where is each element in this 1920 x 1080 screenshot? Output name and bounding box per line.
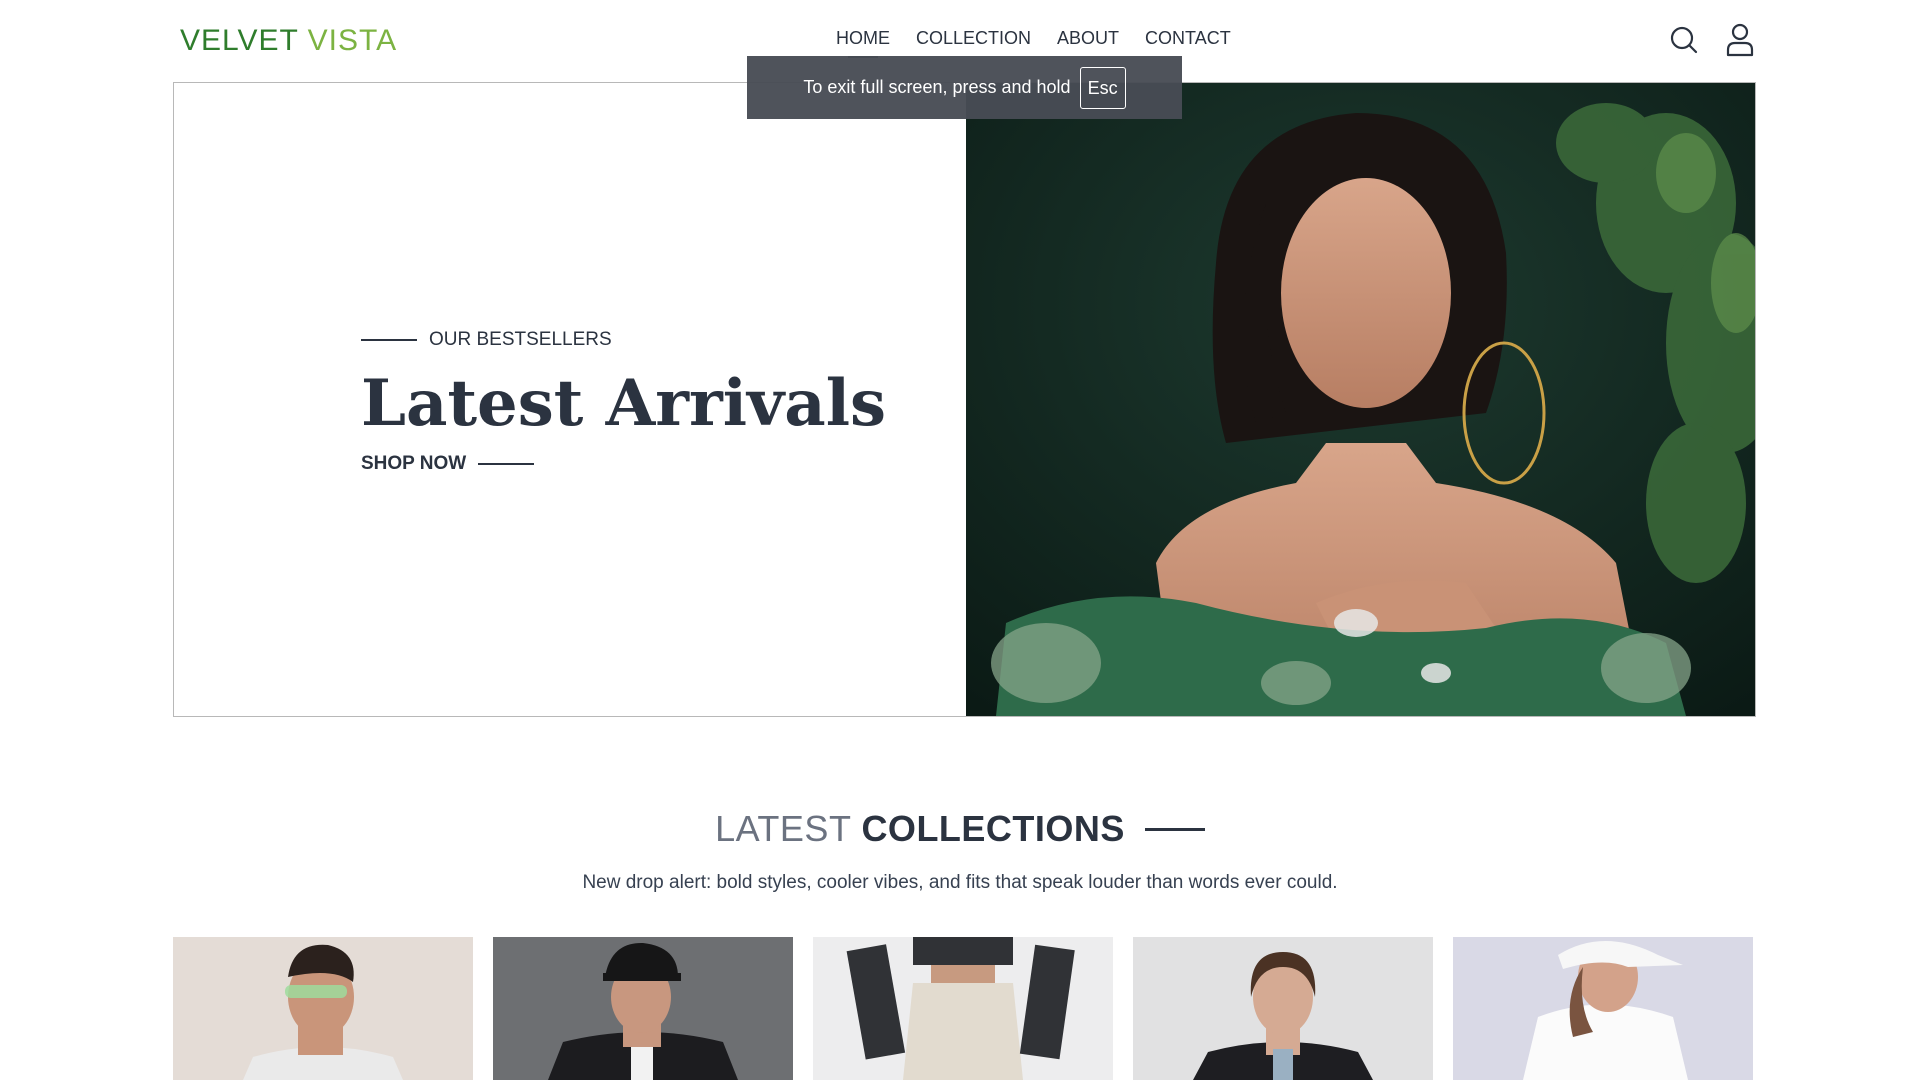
product-card[interactable] [813,937,1113,1080]
nav-collection[interactable]: COLLECTION [916,26,1031,50]
logo-word-2: VISTA [307,24,398,57]
fullscreen-exit-notice: To exit full screen, press and hold Esc [747,56,1182,119]
main-nav: HOME COLLECTION ABOUT CONTACT [836,26,1231,58]
collections-title-light: LATEST [715,808,852,849]
product-card[interactable] [1133,937,1433,1080]
nav-contact[interactable]: CONTACT [1145,26,1231,50]
product-grid [173,937,1753,1080]
shop-now-link[interactable]: SHOP NOW [361,452,886,476]
hero-image [966,83,1755,716]
product-card[interactable] [173,937,473,1080]
collections-title-rule [1144,827,1205,831]
hero-banner: OUR BESTSELLERS Latest Arrivals SHOP NOW [173,82,1756,717]
collections-subtitle: New drop alert: bold styles, cooler vibe… [582,872,1338,893]
logo-word-1: VELVET [180,24,299,57]
eyebrow-rule [361,339,417,341]
fullscreen-notice-text: To exit full screen, press and hold [803,77,1071,97]
header-actions [1667,22,1757,58]
collections-heading: LATEST COLLECTIONS [0,808,1920,850]
collections-title-bold: COLLECTIONS [861,808,1125,849]
hero-copy: OUR BESTSELLERS Latest Arrivals SHOP NOW [361,328,886,476]
user-icon[interactable] [1723,22,1757,58]
shop-now-label: SHOP NOW [361,453,467,474]
search-icon[interactable] [1667,22,1701,58]
brand-logo[interactable]: VELVET VISTA [180,24,397,58]
hero-eyebrow-text: OUR BESTSELLERS [429,329,612,350]
nav-home[interactable]: HOME [836,26,890,58]
nav-about[interactable]: ABOUT [1057,26,1119,50]
hero-eyebrow: OUR BESTSELLERS [361,328,886,352]
shop-now-rule [478,463,535,465]
product-card[interactable] [1453,937,1753,1080]
esc-key-hint: Esc [1079,66,1126,109]
hero-title: Latest Arrivals [361,366,887,441]
hero-text-panel: OUR BESTSELLERS Latest Arrivals SHOP NOW [174,83,966,716]
product-card[interactable] [493,937,793,1080]
